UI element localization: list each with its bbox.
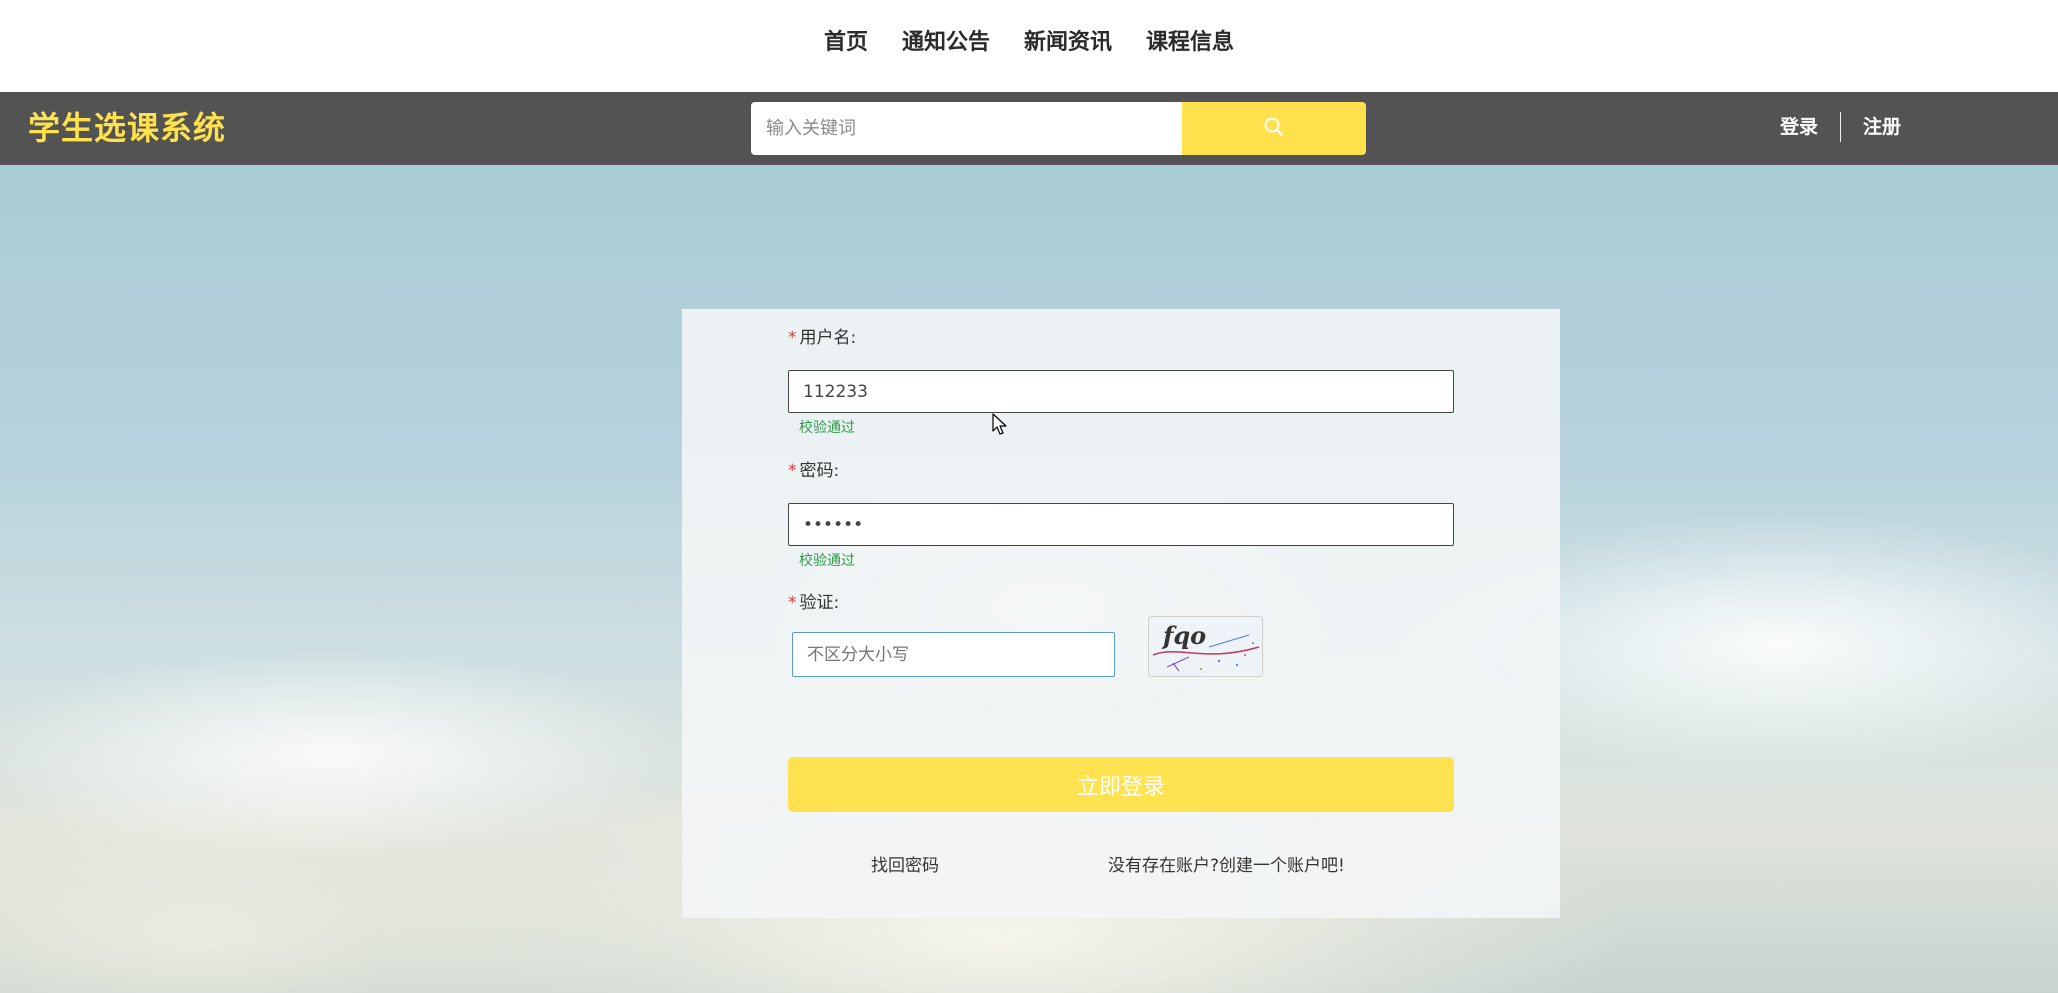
register-link[interactable]: 注册 bbox=[1863, 112, 1901, 142]
mouse-cursor-icon bbox=[992, 413, 1008, 441]
nav-link-courses[interactable]: 课程信息 bbox=[1146, 25, 1234, 61]
auth-divider bbox=[1840, 112, 1842, 142]
search-icon bbox=[1263, 116, 1285, 141]
required-mark: * bbox=[788, 461, 797, 481]
password-status: 校验通过 bbox=[799, 553, 855, 569]
captcha-text: fqo bbox=[1161, 621, 1206, 650]
login-link[interactable]: 登录 bbox=[1780, 112, 1818, 142]
search-input[interactable] bbox=[751, 102, 1183, 155]
username-status: 校验通过 bbox=[799, 420, 855, 436]
create-account-link[interactable]: 没有存在账户?创建一个账户吧! bbox=[1108, 854, 1345, 878]
nav-link-notices[interactable]: 通知公告 bbox=[902, 25, 990, 61]
login-panel: *用户名: 校验通过 *密码: 校验通过 *验证: fqo 立即登录 找回密码 … bbox=[682, 309, 1560, 918]
login-submit-button[interactable]: 立即登录 bbox=[788, 757, 1454, 812]
password-label: * 密码: bbox=[788, 461, 840, 481]
nav-link-news[interactable]: 新闻资讯 bbox=[1024, 25, 1112, 61]
password-field[interactable] bbox=[788, 503, 1454, 546]
required-mark: * bbox=[788, 593, 797, 613]
search-button[interactable] bbox=[1182, 102, 1366, 155]
auth-links: 登录 注册 bbox=[1780, 112, 1901, 142]
username-label: * 用户名: bbox=[788, 328, 857, 348]
required-mark: * bbox=[788, 328, 797, 348]
forgot-password-link[interactable]: 找回密码 bbox=[871, 854, 939, 878]
username-field[interactable] bbox=[788, 370, 1454, 413]
site-title: 学生选课系统 bbox=[28, 109, 227, 147]
captcha-label: * 验证: bbox=[788, 593, 840, 613]
captcha-image[interactable]: fqo bbox=[1148, 616, 1263, 677]
top-nav-links: 首页 通知公告 新闻资讯 课程信息 bbox=[0, 25, 2058, 61]
top-nav: 首页 通知公告 新闻资讯 课程信息 bbox=[0, 0, 2058, 92]
nav-link-home[interactable]: 首页 bbox=[824, 25, 868, 61]
header-bar: 学生选课系统 登录 注册 bbox=[0, 92, 2058, 165]
captcha-input[interactable] bbox=[792, 632, 1115, 677]
